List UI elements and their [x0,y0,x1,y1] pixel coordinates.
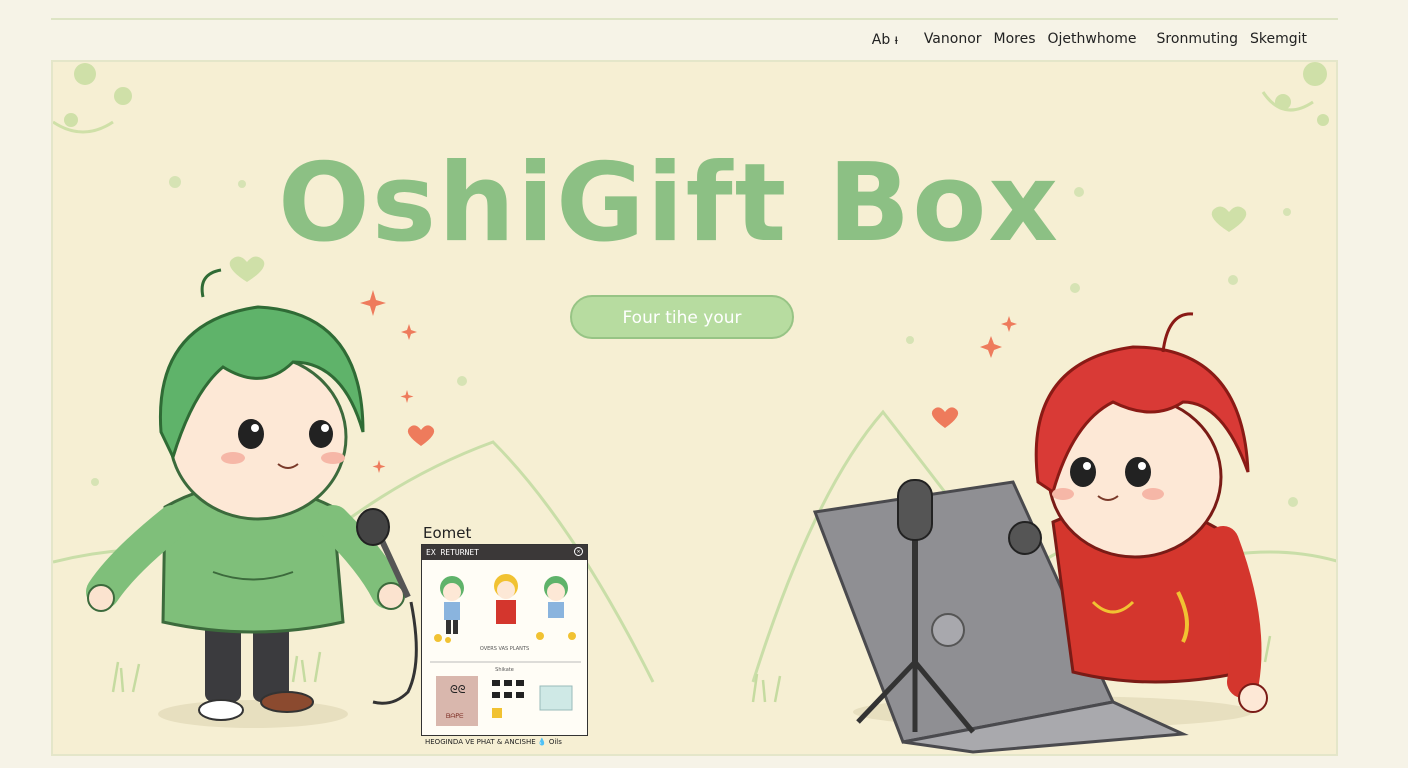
card-titlebar: EX RETURNET ✕ [422,545,587,560]
card-heading: Eomet [423,524,472,542]
green-character [86,268,418,721]
card-tile-subtext: ᗷᗩᑭᗴ [446,713,464,720]
close-icon[interactable]: ✕ [574,547,583,556]
nav-item-ojethwhome[interactable]: Ojethwhome [1048,31,1137,48]
page-title: OshiGift Box [278,141,1061,266]
page: Ab ᵼ Vanonor Mores Ojethwhome Sronmuting… [0,0,1408,768]
nav-item-mores[interactable]: Mores [994,31,1036,48]
nav-item-about[interactable]: Ab ᵼ [872,31,898,48]
nav-item-vanonor[interactable]: Vanonor [924,31,982,48]
hero-banner: OshiGift Box Four tihe your Eomet EX RET… [51,60,1338,756]
red-character [812,312,1268,754]
cta-button[interactable]: Four tihe your [570,295,794,339]
top-divider [51,18,1338,20]
card-caption: OVERS VAS PLANTS [479,646,530,652]
card-footer: HEOGINDA VE PHAT & ANCISHE 💧 Oils [425,738,562,746]
card-window-title: EX RETURNET [426,548,479,557]
nav-item-sronmuting[interactable]: Sronmuting [1157,31,1238,48]
nav-item-skemgit[interactable]: Skemgit [1250,31,1307,48]
card-section-label: Shikate [495,667,514,673]
top-nav: Ab ᵼ Vanonor Mores Ojethwhome Sronmuting… [872,31,1307,48]
product-card[interactable]: EX RETURNET ✕ OVERS VAS PLANTS Shikate ᘓ… [421,544,588,736]
card-tile-text: ᘓᘓ [450,683,466,696]
